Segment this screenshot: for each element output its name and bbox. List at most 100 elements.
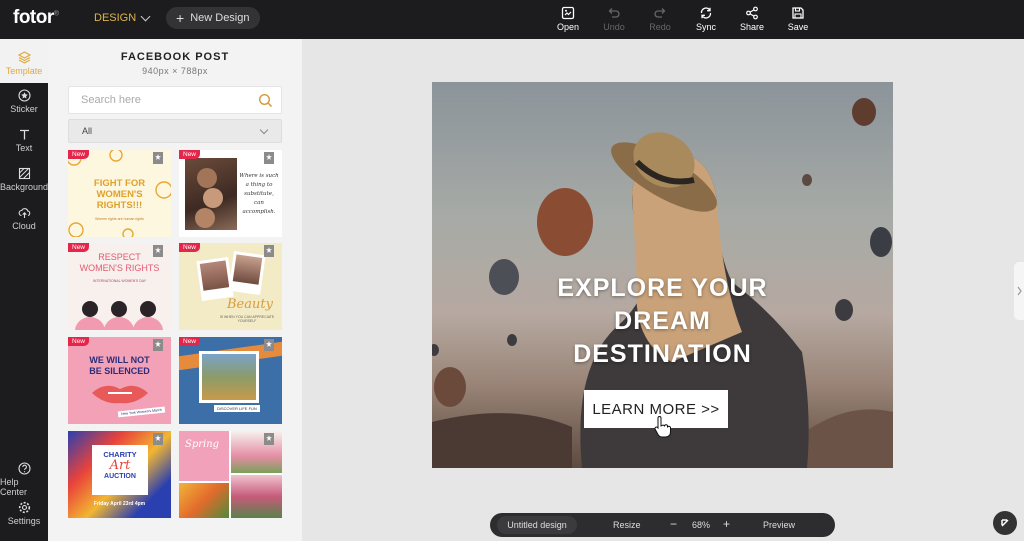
bookmark-icon[interactable] [153, 433, 163, 445]
bookmark-icon[interactable] [264, 152, 274, 164]
polaroid-photo-1 [196, 256, 234, 302]
t7-small: Friday April 23rd 4pm [93, 501, 146, 507]
new-badge: New [68, 337, 90, 346]
chevron-right-icon [1017, 286, 1022, 296]
flowers-photo-1 [179, 483, 229, 518]
rail-item-text[interactable]: Text [0, 128, 48, 153]
t6-caption: DISCOVER LIFE FUN [214, 405, 260, 412]
bookmark-icon[interactable] [264, 339, 274, 351]
rail-item-settings[interactable]: Settings [0, 501, 48, 526]
sync-button[interactable]: Sync [683, 6, 729, 32]
rail-label-settings: Settings [7, 516, 41, 526]
polaroid-photo-2 [228, 250, 266, 296]
bookmark-icon[interactable] [264, 245, 274, 257]
rail-item-background[interactable]: Background [0, 167, 48, 192]
t7-line2: Art [109, 458, 131, 473]
chevron-down-icon [259, 125, 269, 135]
share-button[interactable]: Share [729, 6, 775, 32]
bookmark-icon[interactable] [153, 339, 163, 351]
chevron-down-icon [140, 11, 151, 21]
zoom-in-button[interactable]: + [723, 517, 730, 531]
rail-label-cloud: Cloud [12, 221, 36, 231]
template-card-women-quote[interactable]: New Where is such a thing to substitute,… [179, 150, 282, 237]
rail-item-cloud[interactable]: Cloud [0, 206, 48, 231]
rail-label-template: Template [5, 66, 43, 76]
t5-line2: BE SILENCED [89, 366, 150, 376]
sticker-icon [17, 89, 31, 102]
gear-icon [18, 501, 30, 514]
t2-quote: Where is such a thing to substitute, can… [239, 173, 279, 215]
redo-button[interactable]: Redo [637, 6, 683, 32]
template-card-we-will-not-be-silenced[interactable]: New WE WILL NOT BE SILENCED New York Wom… [68, 337, 171, 424]
undo-button[interactable]: Undo [591, 6, 637, 32]
new-badge: New [68, 243, 90, 252]
new-design-label: New Design [190, 12, 250, 24]
search-icon[interactable] [258, 93, 273, 108]
zoom-out-button[interactable]: − [670, 517, 677, 531]
toolbar: Open Undo Redo Sync Share Save [545, 6, 821, 32]
bookmark-icon[interactable] [264, 433, 274, 445]
template-panel: FACEBOOK POST 940px × 788px All New FIGH… [48, 39, 302, 541]
bottom-bar: Untitled design Resize − 68% + Preview [490, 513, 835, 537]
hand-cursor-icon [654, 416, 671, 438]
template-card-charity-art-auction[interactable]: CHARITY Art AUCTION Friday April 23rd 4p… [68, 431, 171, 518]
t8-script: Spring [185, 439, 220, 450]
save-button[interactable]: Save [775, 6, 821, 32]
bookmark-icon[interactable] [153, 152, 163, 164]
rail-label-help: Help Center [0, 477, 28, 497]
flowers-photo-2 [231, 475, 282, 518]
three-women-illustration [75, 301, 163, 330]
rail-item-template[interactable]: Template [0, 39, 48, 83]
headline-line-2: DREAM [614, 307, 711, 335]
preview-button[interactable]: Preview [763, 520, 795, 530]
tulips-photo [231, 431, 282, 473]
template-card-fight-for-womens-rights[interactable]: New FIGHT FOR WOMEN'S RIGHTS!!! Women ri… [68, 150, 171, 237]
resize-button[interactable]: Resize [613, 520, 641, 530]
lips-illustration [92, 385, 148, 404]
share-label: Share [739, 22, 765, 32]
t1-small: Women rights are human rights [95, 217, 144, 221]
plus-icon: + [176, 10, 185, 26]
t3-small: INTERNATIONAL WOMEN'S DAY [92, 279, 147, 283]
new-badge: New [179, 150, 201, 159]
t1-line2: WOMEN'S [96, 189, 143, 200]
open-button[interactable]: Open [545, 6, 591, 32]
new-design-button[interactable]: + New Design [166, 7, 260, 29]
share-icon [746, 6, 758, 20]
template-card-beauty[interactable]: New Beauty IS WHEN YOU CAN APPRECIATE YO… [179, 243, 282, 330]
search-input[interactable] [69, 94, 249, 106]
save-label: Save [787, 22, 809, 32]
template-card-spring[interactable]: Spring [179, 431, 282, 518]
design-name-field[interactable]: Untitled design [497, 516, 577, 534]
auction-card: CHARITY Art AUCTION [92, 445, 148, 495]
new-badge: New [68, 150, 90, 159]
rail-item-help-center[interactable]: Help Center [0, 462, 48, 497]
design-canvas[interactable]: EXPLORE YOUR DREAM DESTINATION LEARN MOR… [432, 82, 893, 468]
new-badge: New [179, 243, 201, 252]
design-name: Untitled design [507, 520, 567, 530]
open-label: Open [556, 22, 580, 32]
text-icon [19, 129, 29, 140]
panel-title: FACEBOOK POST [120, 51, 230, 63]
women-photo [185, 158, 237, 230]
design-menu-label: DESIGN [94, 12, 137, 24]
canvas-headline[interactable]: EXPLORE YOUR DREAM DESTINATION [432, 272, 893, 371]
rail-label-sticker: Sticker [10, 104, 38, 114]
template-card-discover-life[interactable]: New DISCOVER LIFE FUN [179, 337, 282, 424]
t1-line3: RIGHTS!!! [96, 200, 143, 211]
category-filter-select[interactable]: All [68, 119, 282, 143]
rail-item-sticker[interactable]: Sticker [0, 89, 48, 114]
right-panel-toggle[interactable] [1014, 262, 1024, 320]
design-menu[interactable]: DESIGN [94, 11, 151, 24]
rail-label-background: Background [0, 182, 49, 192]
t5-small: New York Women's March [117, 406, 166, 418]
arrow-up-left-icon [1001, 519, 1009, 527]
template-card-respect-womens-rights[interactable]: New RESPECT WOMEN'S RIGHTS INTERNATIONAL… [68, 243, 171, 330]
fotor-logo[interactable]: fotor® [13, 7, 59, 29]
help-icon [17, 462, 31, 475]
cloud-upload-icon [18, 208, 30, 218]
spring-title-block: Spring [179, 431, 229, 481]
collapse-button[interactable] [993, 511, 1017, 535]
headline-line-1: EXPLORE YOUR [557, 274, 768, 302]
bookmark-icon[interactable] [153, 245, 163, 257]
